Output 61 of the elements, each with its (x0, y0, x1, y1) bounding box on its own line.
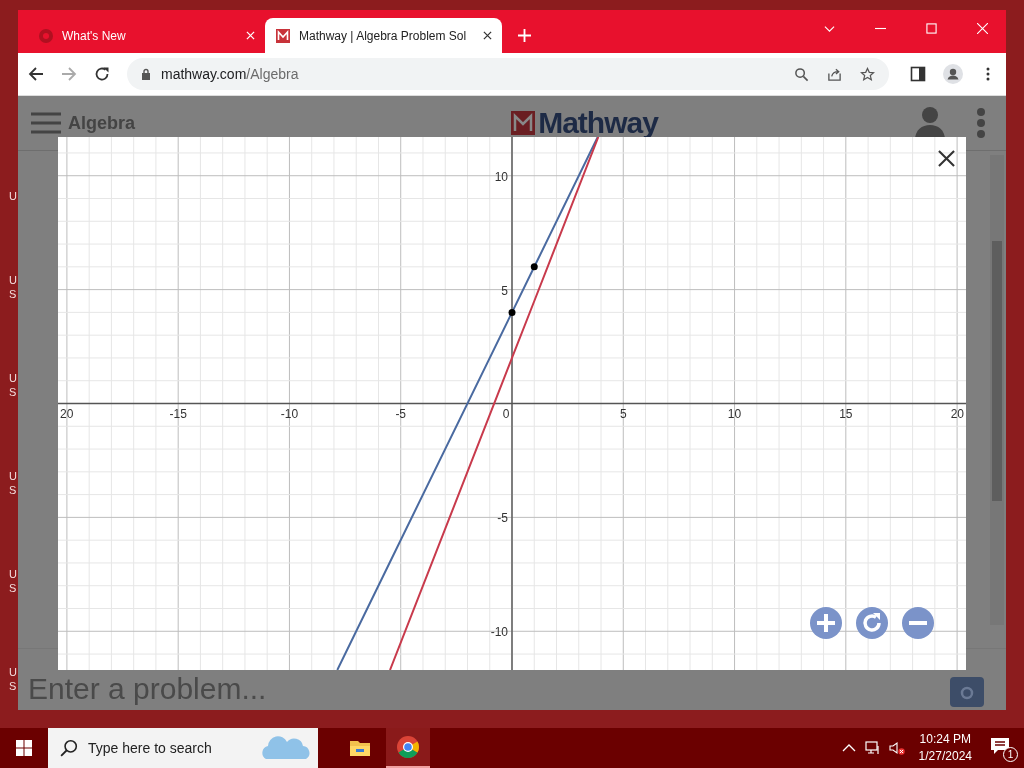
x-tick-label: 5 (619, 406, 627, 421)
windows-start-icon[interactable] (16, 740, 32, 756)
y-tick-label: 5 (501, 283, 508, 298)
maximize-icon[interactable] (926, 23, 937, 34)
star-icon[interactable] (860, 66, 875, 82)
y-tick-label: -5 (497, 511, 508, 526)
desktop-icon-label[interactable]: U (9, 567, 18, 581)
close-tab-icon[interactable] (483, 31, 492, 40)
notifications-icon[interactable] (990, 736, 1010, 756)
x-tick-label: 20 (60, 406, 74, 421)
section-title: Algebra (68, 112, 136, 134)
desktop-icon-label[interactable]: S (9, 581, 18, 595)
desktop-icon-label[interactable]: U (9, 189, 18, 203)
notification-badge: 1 (1003, 747, 1018, 762)
chrome-icon (396, 735, 420, 759)
desktop-icon-label[interactable]: S (9, 385, 18, 399)
tab-search-icon[interactable] (824, 23, 835, 34)
x-tick-label: -10 (280, 406, 299, 421)
profile-icon[interactable] (943, 64, 963, 84)
zoom-in-icon[interactable] (810, 607, 842, 639)
chrome-taskbar-button[interactable] (386, 728, 430, 768)
search-icon (60, 739, 78, 757)
reset-icon[interactable] (856, 607, 888, 639)
search-icon[interactable] (794, 66, 809, 82)
mathway-favicon-icon (275, 27, 291, 44)
lock-icon (141, 68, 151, 80)
desktop-icon-label[interactable]: U (9, 273, 18, 287)
desktop-icon-label[interactable]: S (9, 679, 18, 693)
clock-time[interactable]: 10:24 PM (919, 731, 971, 748)
share-icon[interactable] (827, 66, 842, 82)
x-tick-label: -5 (395, 406, 407, 421)
browser-tab[interactable]: What's New (28, 18, 265, 53)
taskbar-search-field[interactable]: Type here to search (48, 728, 318, 768)
url-text: mathway.com/Algebra (161, 66, 299, 82)
scrollbar[interactable] (990, 155, 1004, 625)
back-arrow-icon[interactable] (28, 66, 44, 82)
x-tick-label: -15 (169, 406, 187, 421)
desktop-icon-label[interactable]: U (9, 665, 18, 679)
x-tick-label: 20 (950, 406, 964, 421)
volume-muted-icon[interactable] (888, 740, 905, 756)
close-icon[interactable] (938, 150, 955, 167)
address-bar[interactable]: mathway.com/Algebra (127, 58, 889, 90)
x-tick-label: 0 (502, 406, 510, 421)
network-icon[interactable] (864, 740, 881, 756)
more-options-icon[interactable] (976, 108, 986, 138)
y-tick-label: -10 (490, 625, 508, 640)
x-tick-label: 10 (727, 406, 742, 421)
desktop-icon-label[interactable]: U (9, 371, 18, 385)
reload-icon[interactable] (94, 66, 110, 82)
logo-text: Mathway (538, 106, 658, 140)
y-tick-label: 10 (494, 169, 508, 184)
browser-tab[interactable]: Mathway | Algebra Problem Sol (265, 18, 502, 53)
new-tab-icon[interactable] (518, 29, 531, 42)
desktop-icon-label[interactable]: S (9, 287, 18, 301)
logo-mark-icon (511, 111, 536, 135)
x-tick-label: 15 (839, 406, 853, 421)
desktop-icon-label[interactable]: S (9, 483, 18, 497)
desktop-icon-label[interactable]: U (9, 469, 18, 483)
zoom-out-icon[interactable] (902, 607, 934, 639)
clock-date[interactable]: 1/27/2024 (918, 748, 972, 765)
side-panel-icon[interactable] (910, 66, 926, 82)
